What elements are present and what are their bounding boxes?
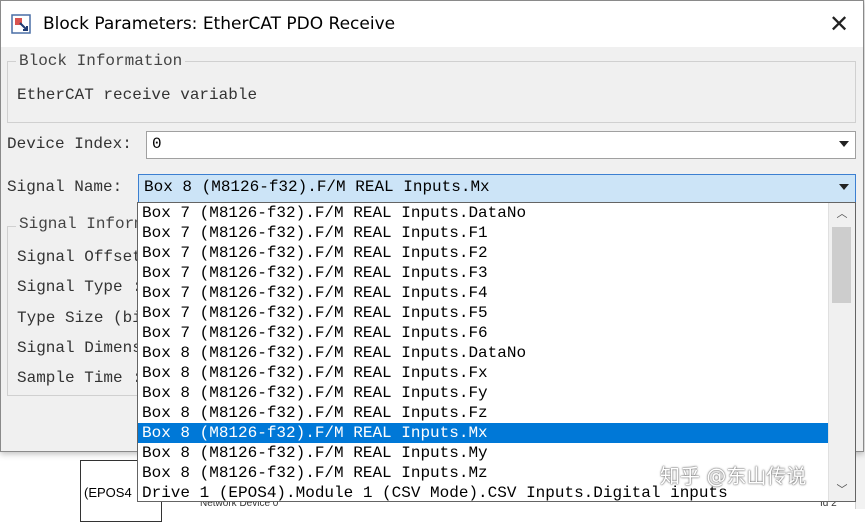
- dropdown-item[interactable]: Box 7 (M8126-f32).F/M REAL Inputs.F4: [138, 283, 829, 303]
- device-index-select[interactable]: 0: [146, 131, 856, 159]
- dropdown-item[interactable]: Box 7 (M8126-f32).F/M REAL Inputs.F2: [138, 243, 829, 263]
- close-button[interactable]: ✕: [819, 7, 859, 41]
- chevron-down-icon: [839, 141, 849, 147]
- dropdown-item[interactable]: Box 7 (M8126-f32).F/M REAL Inputs.DataNo: [138, 203, 829, 223]
- scroll-up-icon[interactable]: ︿: [829, 203, 855, 225]
- dropdown-item-selected[interactable]: Box 8 (M8126-f32).F/M REAL Inputs.Mx: [138, 423, 829, 443]
- dropdown-item[interactable]: Box 8 (M8126-f32).F/M REAL Inputs.Fx: [138, 363, 829, 383]
- dropdown-item[interactable]: Box 7 (M8126-f32).F/M REAL Inputs.F3: [138, 263, 829, 283]
- block-information-legend: Block Information: [16, 52, 186, 70]
- signal-information-legend: Signal Inform: [16, 215, 147, 233]
- dropdown-item[interactable]: Box 8 (M8126-f32).F/M REAL Inputs.Fy: [138, 383, 829, 403]
- title-bar[interactable]: Block Parameters: EtherCAT PDO Receive ✕: [1, 1, 863, 47]
- dropdown-item[interactable]: Box 7 (M8126-f32).F/M REAL Inputs.F6: [138, 323, 829, 343]
- block-description: EtherCAT receive variable: [17, 86, 258, 104]
- epos4-block-label: (EPOS4: [84, 485, 132, 500]
- dropdown-item[interactable]: Box 8 (M8126-f32).F/M REAL Inputs.Fz: [138, 403, 829, 423]
- dropdown-item[interactable]: Box 7 (M8126-f32).F/M REAL Inputs.F1: [138, 223, 829, 243]
- signal-name-dropdown[interactable]: Box 7 (M8126-f32).F/M REAL Inputs.DataNo…: [137, 202, 856, 502]
- signal-name-label: Signal Name:: [7, 178, 123, 196]
- signal-name-value: Box 8 (M8126-f32).F/M REAL Inputs.Mx: [144, 178, 490, 196]
- scroll-thumb[interactable]: [832, 227, 851, 303]
- chevron-down-icon: [839, 184, 849, 190]
- signal-offset-label: Signal Offset: [17, 248, 142, 266]
- device-index-value: 0: [152, 135, 162, 153]
- dropdown-scrollbar[interactable]: ︿ ﹀: [828, 203, 855, 501]
- watermark: 知乎 @东山传说: [660, 464, 807, 488]
- scroll-down-icon[interactable]: ﹀: [829, 479, 855, 501]
- device-index-label: Device Index:: [7, 135, 132, 153]
- signal-type-label: Signal Type :: [17, 278, 142, 296]
- dropdown-item[interactable]: Box 7 (M8126-f32).F/M REAL Inputs.F5: [138, 303, 829, 323]
- sample-time-label: Sample Time :: [17, 369, 142, 387]
- simulink-block-icon: [11, 14, 31, 34]
- signal-dimension-label: Signal Dimens: [17, 339, 142, 357]
- dialog-title: Block Parameters: EtherCAT PDO Receive: [43, 14, 396, 34]
- type-size-label: Type Size (bi: [17, 309, 142, 327]
- signal-name-select[interactable]: Box 8 (M8126-f32).F/M REAL Inputs.Mx: [138, 174, 856, 203]
- dropdown-item[interactable]: Box 8 (M8126-f32).F/M REAL Inputs.DataNo: [138, 343, 829, 363]
